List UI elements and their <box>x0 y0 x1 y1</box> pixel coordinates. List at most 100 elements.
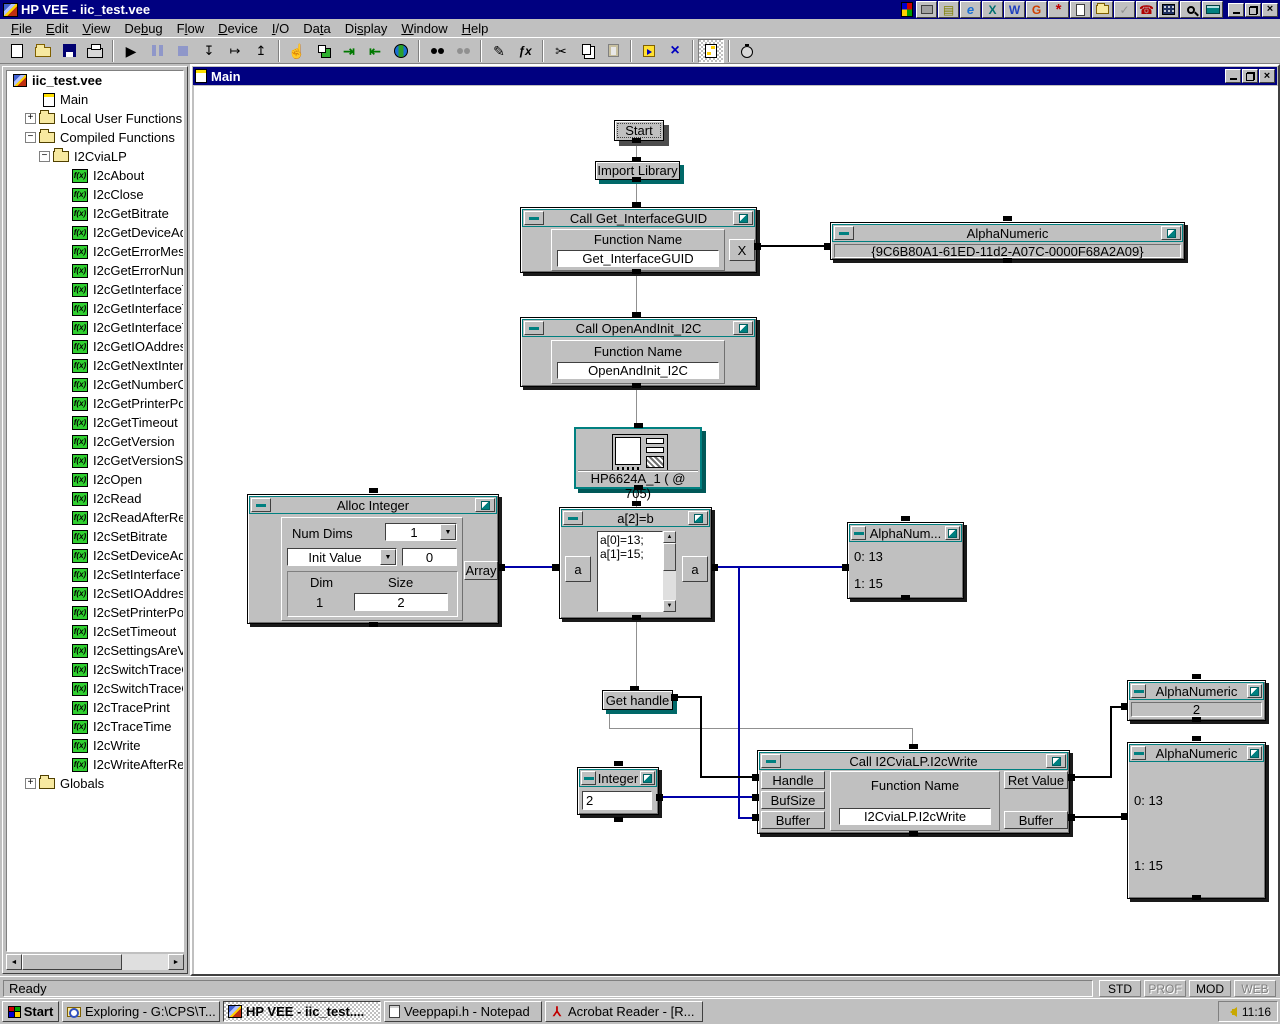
task-veeppapi-h-notepad[interactable]: Veeppapi.h - Notepad <box>384 1001 542 1022</box>
open-folder-button[interactable] <box>1092 1 1113 18</box>
panel-view-button[interactable] <box>698 39 724 63</box>
function-button[interactable]: ƒx <box>512 39 538 63</box>
tree-item-i2cgeterrornumb[interactable]: f(x)I2cGetErrorNumb <box>7 261 183 280</box>
add-output-terminal-button[interactable]: ⇤ <box>362 39 388 63</box>
tree-item-i2creadafterrest[interactable]: f(x)I2cReadAfterRest <box>7 508 183 527</box>
tree-item-i2csetbitrate[interactable]: f(x)I2cSetBitrate <box>7 527 183 546</box>
close-button[interactable]: × <box>1262 3 1278 17</box>
tree-item-main[interactable]: Main <box>7 90 183 109</box>
scroll-left-button[interactable] <box>6 954 22 970</box>
tree-item-i2csetioaddress[interactable]: f(x)I2cSetIOAddress <box>7 584 183 603</box>
dropdown-arrow-icon[interactable] <box>380 549 396 565</box>
timer-button[interactable] <box>734 39 760 63</box>
internet-explorer-button[interactable]: e <box>960 1 981 18</box>
scrollbar-thumb[interactable] <box>663 543 676 571</box>
properties-button[interactable]: ✎ <box>486 39 512 63</box>
tasks-button[interactable]: ✓ <box>1114 1 1135 18</box>
tree-item-i2cgetbitrate[interactable]: f(x)I2cGetBitrate <box>7 204 183 223</box>
task-acrobat-reader-r[interactable]: ⅄Acrobat Reader - [R... <box>545 1001 703 1022</box>
object-open-view-button[interactable] <box>640 771 655 785</box>
output-terminal-a[interactable]: a <box>682 556 708 582</box>
order-objects-button[interactable] <box>636 39 662 63</box>
restore-button[interactable] <box>1245 3 1261 17</box>
code-editor[interactable]: a[0]=13; a[1]=15; <box>597 531 663 612</box>
object-open-view-button[interactable] <box>1046 754 1066 768</box>
tree-item-i2cswitchtraceon[interactable]: f(x)I2cSwitchTraceOn <box>7 679 183 698</box>
alphanumeric-buffer-object[interactable]: AlphaNumeric 0: 13 1: 15 <box>1127 742 1266 899</box>
paste-button[interactable] <box>600 39 626 63</box>
object-titlebar[interactable]: Call OpenAndInit_I2C <box>522 319 755 337</box>
tree-item-i2csetinterfacety[interactable]: f(x)I2cSetInterfaceTy <box>7 565 183 584</box>
collapse-icon[interactable]: − <box>39 151 50 162</box>
object-open-view-button[interactable] <box>733 211 753 225</box>
object-open-view-button[interactable] <box>1247 746 1262 760</box>
web-button[interactable] <box>388 39 414 63</box>
output-terminal-array[interactable]: Array <box>464 561 498 580</box>
tree-item-i2cgetnumberof[interactable]: f(x)I2cGetNumberOf <box>7 375 183 394</box>
alphanumeric-array-object[interactable]: AlphaNum... 0: 13 1: 15 <box>847 522 964 599</box>
object-minimize-button[interactable] <box>1131 746 1146 760</box>
menu-edit[interactable]: Edit <box>39 19 75 38</box>
object-titlebar[interactable]: a[2]=b <box>561 509 710 527</box>
step-over-button[interactable]: ↦ <box>222 39 248 63</box>
code-scrollbar[interactable] <box>663 531 676 612</box>
input-terminal-a[interactable]: a <box>565 556 591 582</box>
console-button[interactable] <box>1202 1 1223 18</box>
menu-flow[interactable]: Flow <box>170 19 211 38</box>
object-minimize-button[interactable] <box>251 498 271 512</box>
expand-icon[interactable]: + <box>25 113 36 124</box>
input-terminal-bufsize[interactable]: BufSize <box>761 791 825 809</box>
tree-item-local-user-functions[interactable]: +Local User Functions <box>7 109 183 128</box>
scroll-up-button[interactable] <box>663 531 676 543</box>
word-button[interactable]: W <box>1004 1 1025 18</box>
function-name-field[interactable]: Get_InterfaceGUID <box>557 250 719 267</box>
tree-item-i2csettingsareval[interactable]: f(x)I2cSettingsAreVal <box>7 641 183 660</box>
output-terminal-buffer[interactable]: Buffer <box>1004 811 1068 829</box>
call-openandinit-i2c-object[interactable]: Call OpenAndInit_I2C Function Name OpenA… <box>520 317 757 387</box>
menu-device[interactable]: Device <box>211 19 265 38</box>
tree-item-globals[interactable]: +Globals <box>7 774 183 793</box>
call-get-interfaceguid-object[interactable]: Call Get_InterfaceGUID Function Name Get… <box>520 207 757 273</box>
object-minimize-button[interactable] <box>834 226 854 240</box>
open-button[interactable] <box>30 39 56 63</box>
tree-item-i2cclose[interactable]: f(x)I2cClose <box>7 185 183 204</box>
main-close-button[interactable]: × <box>1259 69 1275 83</box>
alloc-integer-object[interactable]: Alloc Integer Num Dims 1 Init Value 0 <box>247 494 499 624</box>
tree-item-i2cgetinterfacety[interactable]: f(x)I2cGetInterfaceTy <box>7 318 183 337</box>
menu-file[interactable]: File <box>4 19 39 38</box>
menu-data[interactable]: Data <box>296 19 337 38</box>
tree-item-i2ctraceprint[interactable]: f(x)I2cTracePrint <box>7 698 183 717</box>
step-into-button[interactable]: ↧ <box>196 39 222 63</box>
print-button[interactable] <box>82 39 108 63</box>
task-hp-vee-iic-test[interactable]: HP VEE - iic_test.... <box>223 1001 381 1022</box>
start-menu-button[interactable]: Start <box>2 1001 59 1022</box>
object-titlebar[interactable]: AlphaNum... <box>849 524 962 542</box>
tree-item-i2cgetinterfacety[interactable]: f(x)I2cGetInterfaceTy <box>7 299 183 318</box>
object-minimize-button[interactable] <box>563 511 583 525</box>
add-input-terminal-button[interactable]: ⇥ <box>336 39 362 63</box>
step-out-button[interactable]: ↥ <box>248 39 274 63</box>
object-minimize-button[interactable] <box>851 526 866 540</box>
tree-item-iic-test-vee[interactable]: iic_test.vee <box>7 71 183 90</box>
minimize-button[interactable] <box>1228 3 1244 17</box>
tree-item-i2cvialp[interactable]: −I2CviaLP <box>7 147 183 166</box>
scrollbar-thumb[interactable] <box>22 954 122 970</box>
function-name-field[interactable]: I2CviaLP.I2cWrite <box>839 808 991 825</box>
graphics-app-button[interactable]: G <box>1026 1 1047 18</box>
pause-button[interactable] <box>144 39 170 63</box>
office-app-button[interactable]: * <box>1048 1 1069 18</box>
object-minimize-button[interactable] <box>1131 684 1146 698</box>
menu-display[interactable]: Display <box>338 19 395 38</box>
main-minimize-button[interactable] <box>1225 69 1241 83</box>
tree-item-i2cgetversionstri[interactable]: f(x)I2cGetVersionStri <box>7 451 183 470</box>
tree-item-i2cabout[interactable]: f(x)I2cAbout <box>7 166 183 185</box>
expand-icon[interactable]: + <box>25 778 36 789</box>
output-terminal-retvalue[interactable]: Ret Value <box>1004 771 1068 789</box>
object-open-view-button[interactable] <box>945 526 960 540</box>
main-window-titlebar[interactable]: Main × <box>193 67 1277 85</box>
init-value-select[interactable]: Init Value <box>287 548 397 566</box>
function-name-field[interactable]: OpenAndInit_I2C <box>557 362 719 379</box>
menu-i-o[interactable]: I/O <box>265 19 296 38</box>
alphanumeric-retvalue-object[interactable]: AlphaNumeric 2 <box>1127 680 1266 721</box>
menu-view[interactable]: View <box>75 19 117 38</box>
